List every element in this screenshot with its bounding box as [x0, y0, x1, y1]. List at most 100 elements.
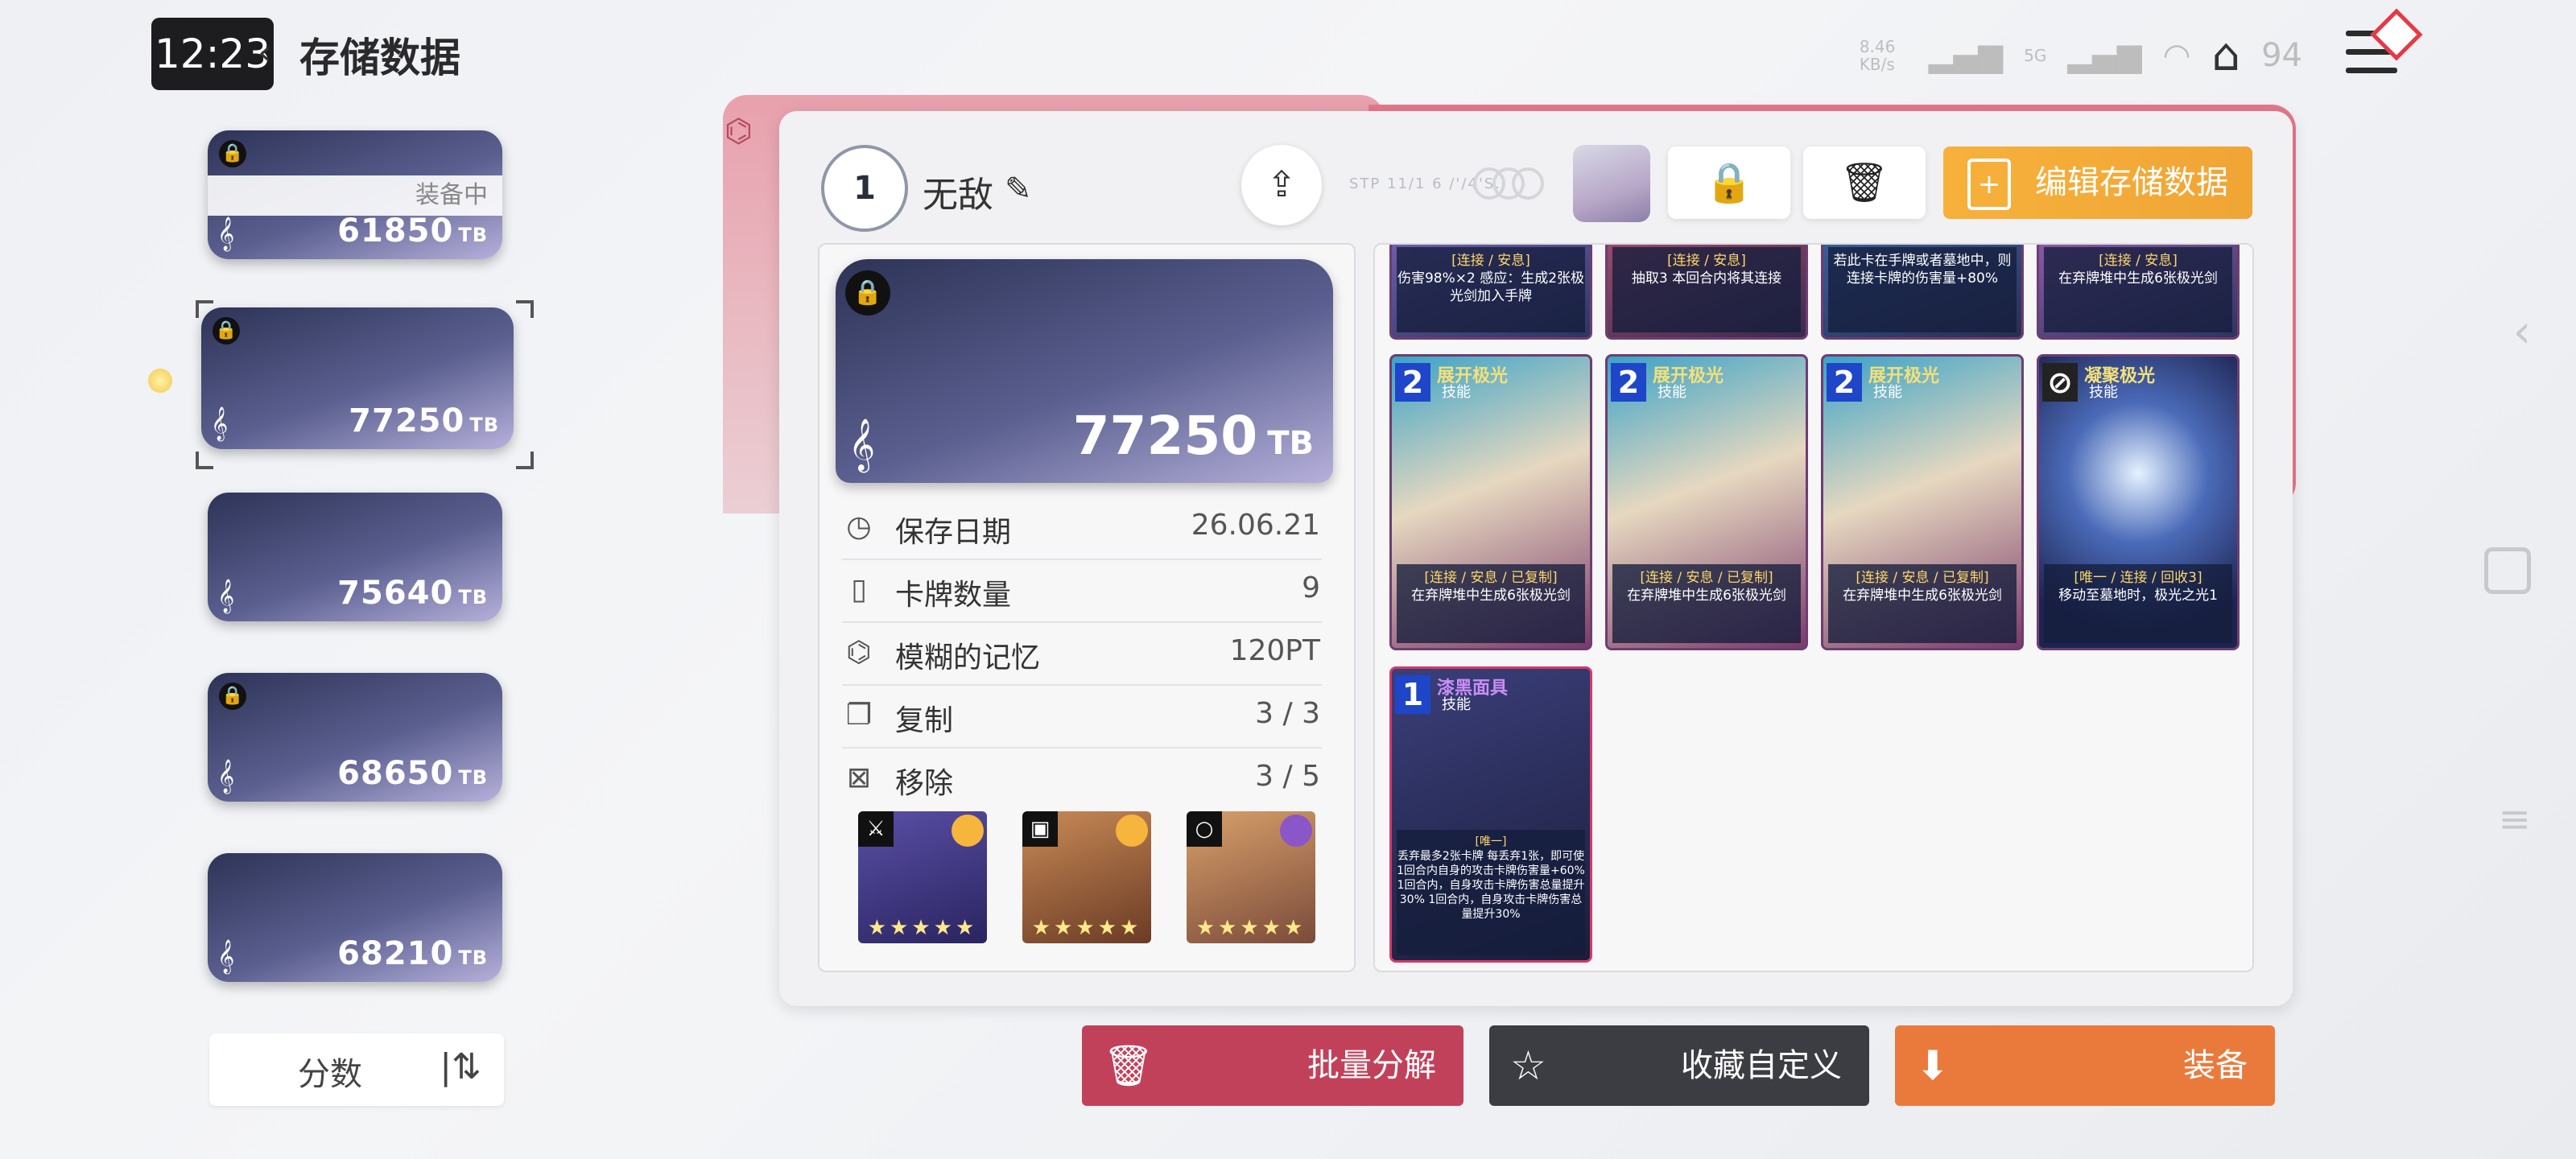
remove-icon: ⊠ [846, 761, 872, 794]
score-value: 61850 [337, 212, 454, 250]
card-type: 技能 [1442, 696, 1471, 713]
net-speed: 8.46 KB/s [1859, 36, 1896, 74]
sort-label: 分数 [298, 1056, 362, 1093]
rarity-stars: ★★★★★ [1195, 916, 1307, 940]
clef-icon: 𝄞 [217, 760, 235, 793]
equip-ring[interactable]: ○ ★★★★★ [1187, 811, 1315, 943]
score-value: 77250 [349, 402, 465, 439]
star-edit-icon: ☆ [1510, 1042, 1546, 1089]
character-avatar[interactable] [1573, 145, 1650, 222]
card-top-4[interactable]: [连接 / 安息] 在弃牌堆中生成6张极光剑 [2037, 245, 2240, 340]
save-score: 75640 TB [337, 575, 488, 612]
card-text: 丢弃最多2张卡牌 每丢弃1张，即可使1回合内自身的攻击卡牌伤害量+60% 1回合… [1397, 850, 1585, 921]
rarity-stars: ★★★★★ [1031, 916, 1142, 940]
nav-back-icon[interactable]: ‹ [2513, 306, 2531, 358]
edit-icon: + [1967, 159, 2011, 210]
card-text: 在弃牌堆中生成6张极光剑 [1843, 588, 2002, 604]
nav-recents-icon[interactable]: ≡ [2499, 797, 2531, 842]
card-top-3[interactable]: 若此卡在手牌或者墓地中，则连接卡牌的伤害量+80% [1821, 245, 2024, 340]
status-time: 12:23 [151, 18, 274, 90]
sort-button[interactable]: 分数 |⇅ [209, 1033, 504, 1106]
save-slot-4[interactable]: 🔒 𝄞 68650 TB [208, 673, 502, 802]
page-title: 存储数据 [299, 35, 460, 81]
back-icon[interactable]: ‹ [258, 32, 290, 73]
card-tags: [连接 / 安息] [2099, 253, 2178, 269]
row-value: 3 / 5 [1255, 760, 1320, 793]
deck-grid: [连接 / 安息] 伤害98%×2 感应：生成2张极光剑加入手牌 [连接 / 安息… [1373, 243, 2254, 972]
save-slot-1[interactable]: 🔒 装备中 𝄞 61850 TB [208, 130, 502, 259]
share-button[interactable]: ⇪ [1241, 145, 1322, 225]
row-label: 移除 [895, 767, 954, 800]
lock-icon: 🔒 [219, 140, 246, 167]
card-1[interactable]: 2 展开极光 技能 [连接 / 安息 / 已复制] 在弃牌堆中生成6张极光剑 [1389, 354, 1592, 650]
trash-icon: 🗑 [1103, 1042, 1154, 1089]
clock-icon: ◷ [846, 510, 872, 543]
row-value: 26.06.21 [1191, 509, 1320, 542]
row-label: 保存日期 [895, 516, 1012, 549]
card-desc: [连接 / 安息] 在弃牌堆中生成6张极光剑 [2044, 247, 2232, 332]
score-value: 68650 [337, 755, 454, 792]
card-desc: [唯一 / 连接 / 回收3] 移动至墓地时，极光之光1 [2044, 564, 2232, 643]
save-score: 68650 TB [337, 755, 488, 792]
save-name: 无敌 [923, 175, 993, 216]
dismantle-label: 批量分解 [1307, 1047, 1436, 1084]
card-cost: 2 [1611, 363, 1646, 402]
rename-icon[interactable]: ✎ [1005, 171, 1032, 208]
row-value: 120PT [1229, 634, 1320, 667]
card-tags: [连接 / 安息] [1451, 253, 1530, 269]
sort-order-icon[interactable]: |⇅ [440, 1046, 481, 1087]
brain-icon: ⌬ [846, 636, 872, 669]
card-text: 在弃牌堆中生成6张极光剑 [1627, 588, 1786, 604]
save-slot-3[interactable]: 𝄞 75640 TB [208, 493, 502, 621]
save-slot-2[interactable]: 🔒 𝄞 77250 TB [201, 307, 514, 449]
score-unit: TB [458, 224, 488, 246]
card-type: 技能 [1657, 384, 1686, 401]
brain-icon: ⌬ [724, 113, 753, 150]
card-text: 抽取3 本回合内将其连接 [1631, 270, 1782, 287]
score-unit: TB [458, 766, 488, 789]
card-top-2[interactable]: [连接 / 安息] 抽取3 本回合内将其连接 [1605, 245, 1808, 340]
nav-home-icon[interactable] [2484, 547, 2531, 594]
card-desc: [连接 / 安息] 抽取3 本回合内将其连接 [1612, 247, 1801, 332]
equip-armor[interactable]: ▣ ★★★★★ [1022, 811, 1151, 943]
row-label: 卡牌数量 [895, 579, 1012, 612]
card-tags: [连接 / 安息] [1667, 253, 1746, 269]
row-value: 3 / 3 [1255, 697, 1320, 730]
equipped-tag: 装备中 [208, 175, 502, 216]
card-tags: [唯一 / 连接 / 回收3] [2074, 570, 2202, 586]
equip-weapon[interactable]: ⚔ ★★★★★ [858, 811, 987, 943]
net-type-2: 5G [2024, 45, 2047, 65]
cards-icon: ▯ [851, 573, 867, 606]
card-top-1[interactable]: [连接 / 安息] 伤害98%×2 感应：生成2张极光剑加入手牌 [1389, 245, 1592, 340]
card-4[interactable]: ⊘ 凝聚极光 技能 [唯一 / 连接 / 回收3] 移动至墓地时，极光之光1 [2037, 354, 2240, 650]
card-3[interactable]: 2 展开极光 技能 [连接 / 安息 / 已复制] 在弃牌堆中生成6张极光剑 [1821, 354, 2024, 650]
batch-dismantle-button[interactable]: 🗑 批量分解 [1082, 1025, 1463, 1106]
equip-icon: ⬇ [1916, 1042, 1950, 1089]
favorite-custom-button[interactable]: ☆ 收藏自定义 [1489, 1025, 1869, 1106]
home-icon[interactable]: ⌂ [2212, 29, 2241, 81]
clef-icon: 𝄞 [217, 217, 235, 250]
save-score: 61850 TB [337, 212, 488, 250]
lock-button[interactable]: 🔒 [1668, 146, 1790, 219]
save-slot-5[interactable]: 𝄞 68210 TB [208, 853, 502, 982]
card-5[interactable]: 1 漆黑面具 技能 [唯一] 丢弃最多2张卡牌 每丢弃1张，即可使1回合内自身的攻… [1389, 666, 1592, 963]
card-desc: [连接 / 安息 / 已复制] 在弃牌堆中生成6张极光剑 [1612, 564, 1801, 643]
info-row-remove: ⊠ 移除 3 / 5 [842, 749, 1322, 810]
info-row-date: ◷ 保存日期 26.06.21 [842, 497, 1322, 560]
signal-icon-2: ▂▄▆ [2067, 36, 2142, 74]
row-value: 9 [1302, 571, 1320, 604]
delete-button[interactable]: 🗑 [1803, 146, 1926, 219]
card-cost: 2 [1827, 363, 1862, 402]
card-text: 在弃牌堆中生成6张极光剑 [1411, 588, 1571, 604]
save-score: 68210 TB [337, 935, 488, 972]
equip-button[interactable]: ⬇ 装备 [1895, 1025, 2275, 1106]
score-value: 77250 [1072, 405, 1258, 467]
card-2[interactable]: 2 展开极光 技能 [连接 / 安息 / 已复制] 在弃牌堆中生成6张极光剑 [1605, 354, 1808, 650]
lock-icon: 🔒 [845, 270, 890, 316]
card-text: 移动至墓地时，极光之光1 [2058, 588, 2218, 604]
weapon-icon: ⚔ [858, 811, 894, 847]
info-row-memory: ⌬ 模糊的记忆 120PT [842, 623, 1322, 686]
lock-icon: 🔒 [219, 683, 246, 710]
edit-save-button[interactable]: + 编辑存储数据 [1943, 146, 2252, 219]
clef-icon: 𝄞 [217, 580, 235, 612]
